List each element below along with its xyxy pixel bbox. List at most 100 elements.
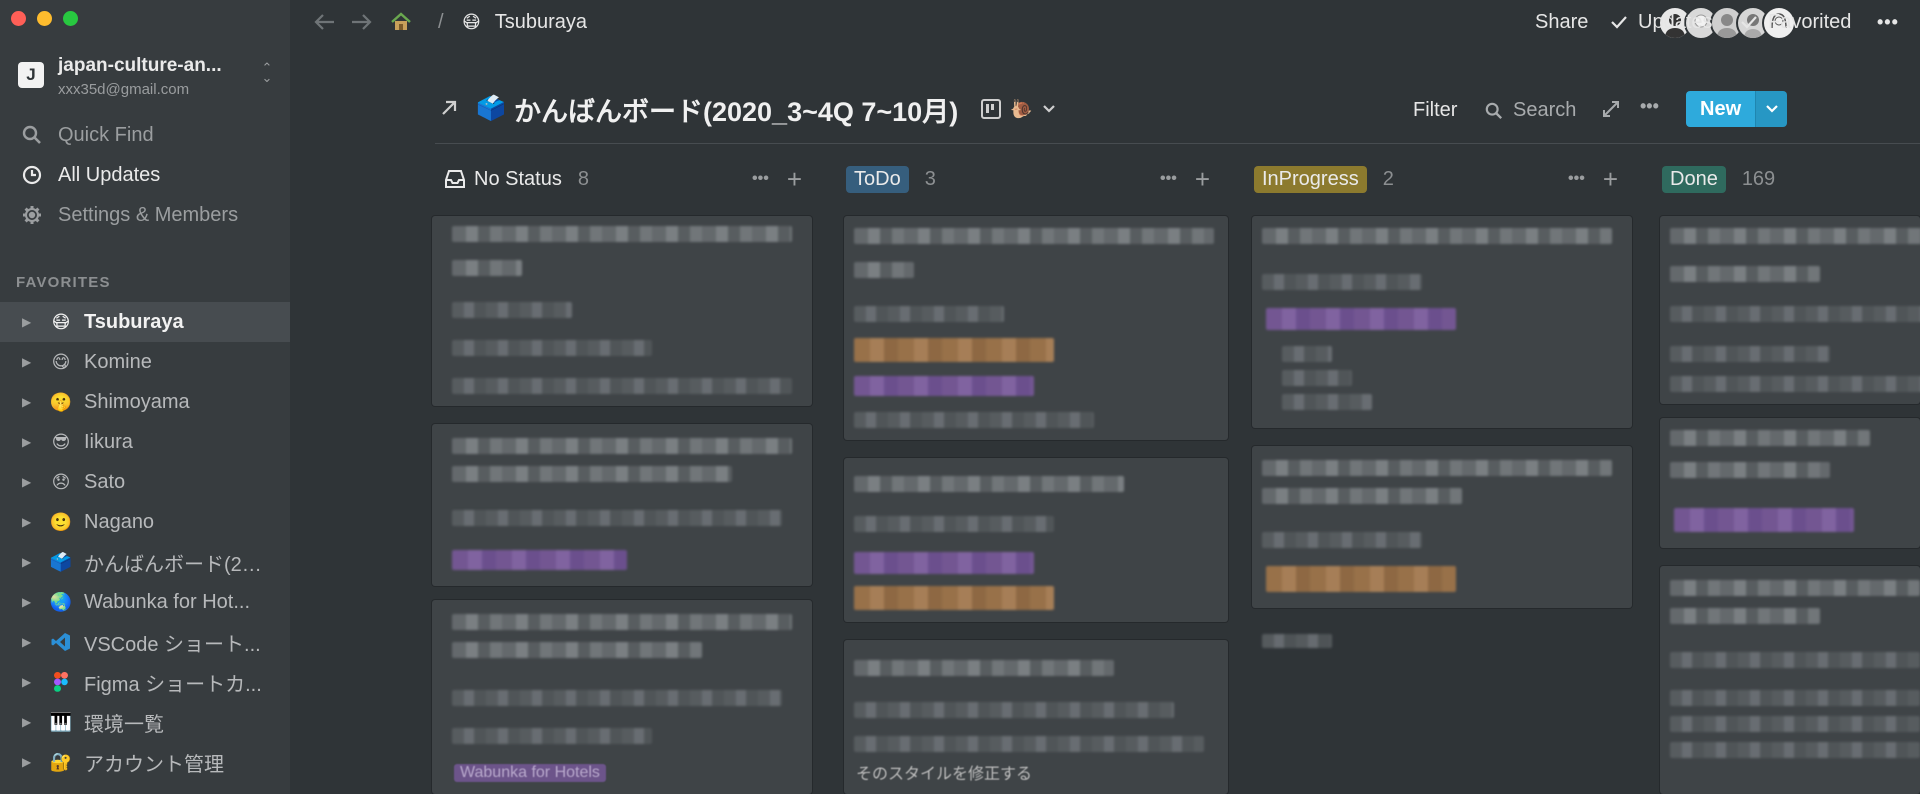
search-button[interactable]: Search	[1485, 99, 1576, 122]
favorite-item-vscode[interactable]: ▶ VSCode ショート...	[0, 622, 290, 662]
new-button[interactable]: New	[1686, 91, 1756, 127]
board-card[interactable]	[844, 458, 1228, 622]
database-more-icon[interactable]: •••	[1640, 96, 1659, 117]
share-button[interactable]: Share	[1535, 0, 1588, 44]
all-updates-button[interactable]: All Updates	[0, 155, 290, 195]
favorite-label: Figma ショートカ...	[84, 673, 262, 696]
new-button-group[interactable]: New	[1686, 91, 1788, 127]
yum-face-emoji-icon: 😋	[51, 351, 71, 372]
expand-icon[interactable]	[1602, 100, 1620, 123]
figma-logo-icon	[50, 671, 72, 693]
database-title[interactable]: かんばんボード(2020_3~4Q 7~10月)	[514, 90, 958, 129]
view-switcher[interactable]: 🐌	[980, 98, 1056, 120]
board-card[interactable]	[1660, 216, 1920, 404]
board-card[interactable]: Wabunka for Hotels	[432, 600, 812, 794]
favorite-item-tsuburaya[interactable]: ▶ 😷 Tsuburaya	[0, 302, 290, 342]
sidebar: J japan-culture-an... xxx35d@gmail.com ⌃…	[0, 0, 290, 794]
column-more-icon[interactable]: •••	[752, 170, 769, 188]
chevron-down-icon	[1043, 105, 1056, 113]
smile-face-emoji-icon: 🙂	[49, 511, 73, 532]
settings-members-label: Settings & Members	[58, 203, 239, 226]
checkmark-icon	[1611, 16, 1627, 29]
favorite-item-wabunka[interactable]: ▶ 🌏 Wabunka for Hot...	[0, 582, 290, 622]
column-more-icon[interactable]: •••	[1568, 170, 1585, 188]
expand-triangle-icon[interactable]: ▶	[22, 555, 34, 569]
favorite-item-komine[interactable]: ▶ 😋 Komine	[0, 342, 290, 382]
column-actions-todo: ••• +	[1160, 164, 1210, 194]
workspace-switcher[interactable]: J japan-culture-an... xxx35d@gmail.com ⌃…	[16, 52, 280, 102]
expand-triangle-icon[interactable]: ▶	[22, 595, 34, 609]
more-options-icon[interactable]: •••	[1877, 0, 1899, 44]
forward-arrow-icon[interactable]	[350, 0, 372, 44]
column-name: ToDo	[846, 165, 909, 193]
column-actions-no-status: ••• +	[752, 164, 802, 194]
favorite-item-shimoyama[interactable]: ▶ 🤫 Shimoyama	[0, 382, 290, 422]
column-add-icon[interactable]: +	[787, 164, 802, 195]
expand-triangle-icon[interactable]: ▶	[22, 355, 34, 369]
column-add-icon[interactable]: +	[1195, 164, 1210, 195]
window-close-button[interactable]	[11, 11, 26, 26]
disappointed-face-emoji-icon: 😞	[51, 471, 71, 492]
house-icon[interactable]	[390, 0, 412, 44]
favorited-button[interactable]: Favorited	[1740, 0, 1851, 44]
favorite-item-sato[interactable]: ▶ 😞 Sato	[0, 462, 290, 502]
quick-find-button[interactable]: Quick Find	[0, 115, 290, 155]
board-card[interactable]	[1252, 446, 1632, 608]
favorite-item-figma[interactable]: ▶ Figma ショートカ...	[0, 662, 290, 702]
favorite-item-nagano[interactable]: ▶ 🙂 Nagano	[0, 502, 290, 542]
breadcrumb-current-page[interactable]: 😷 Tsuburaya	[462, 0, 587, 44]
card-tag: Wabunka for Hotels	[454, 764, 606, 782]
card-text: そのスタイルを修正する	[856, 766, 1033, 783]
column-count: 169	[1741, 167, 1776, 190]
clock-icon	[20, 163, 44, 187]
expand-triangle-icon[interactable]: ▶	[22, 395, 34, 409]
board-card[interactable]	[432, 216, 812, 406]
column-header-todo[interactable]: ToDo 3	[846, 164, 936, 194]
window-minimize-button[interactable]	[37, 11, 52, 26]
workspace-name: japan-culture-an...	[58, 55, 222, 76]
favorites-heading: FAVORITES	[16, 274, 111, 291]
favorited-label: Favorited	[1768, 10, 1852, 33]
updates-button[interactable]: Updates	[1610, 0, 1713, 44]
expand-triangle-icon[interactable]: ▶	[22, 635, 34, 649]
favorite-label: Nagano	[84, 510, 155, 533]
column-header-no-status[interactable]: No Status 8	[444, 164, 589, 194]
favorite-item-accounts[interactable]: ▶ 🔐 アカウント管理	[0, 742, 290, 782]
board-card[interactable]	[844, 216, 1228, 440]
column-add-icon[interactable]: +	[1603, 164, 1618, 195]
column-more-icon[interactable]: •••	[1160, 170, 1177, 188]
window-zoom-button[interactable]	[63, 11, 78, 26]
expand-triangle-icon[interactable]: ▶	[22, 675, 34, 689]
new-dropdown-button[interactable]	[1755, 91, 1788, 127]
inbox-icon	[445, 170, 465, 188]
lock-key-emoji-icon: 🔐	[49, 751, 73, 772]
ballot-box-emoji-icon: 🗳️	[49, 551, 73, 572]
expand-triangle-icon[interactable]: ▶	[22, 475, 34, 489]
expand-triangle-icon[interactable]: ▶	[22, 315, 34, 329]
board-card[interactable]	[1660, 418, 1920, 548]
column-name: InProgress	[1254, 165, 1367, 193]
column-header-done[interactable]: Done 169	[1662, 164, 1775, 194]
open-as-page-arrow-icon[interactable]	[440, 99, 458, 122]
favorite-item-iikura[interactable]: ▶ 😎 Iikura	[0, 422, 290, 462]
board-card[interactable]: そのスタイルを修正する	[844, 640, 1228, 794]
favorite-item-kanban[interactable]: ▶ 🗳️ かんばんボード(20...	[0, 542, 290, 582]
filter-button[interactable]: Filter	[1413, 99, 1457, 122]
board-card[interactable]	[1660, 566, 1920, 794]
column-name: No Status	[474, 167, 562, 190]
favorite-label: Iikura	[84, 430, 133, 453]
expand-triangle-icon[interactable]: ▶	[22, 515, 34, 529]
expand-triangle-icon[interactable]: ▶	[22, 715, 34, 729]
board-card[interactable]	[1252, 216, 1632, 428]
board-card[interactable]	[432, 424, 812, 586]
settings-members-button[interactable]: Settings & Members	[0, 195, 290, 235]
mask-face-emoji-icon: 😷	[462, 11, 481, 32]
expand-triangle-icon[interactable]: ▶	[22, 435, 34, 449]
favorite-label: Tsuburaya	[84, 310, 184, 333]
column-header-inprogress[interactable]: InProgress 2	[1254, 164, 1394, 194]
back-arrow-icon[interactable]	[314, 0, 336, 44]
expand-triangle-icon[interactable]: ▶	[22, 755, 34, 769]
top-bar: / 😷 Tsuburaya Share Updates Favorited ••…	[290, 0, 1920, 44]
favorite-item-environment[interactable]: ▶ 🎹 環境一覧	[0, 702, 290, 742]
new-card-placeholder[interactable]	[1262, 634, 1332, 648]
